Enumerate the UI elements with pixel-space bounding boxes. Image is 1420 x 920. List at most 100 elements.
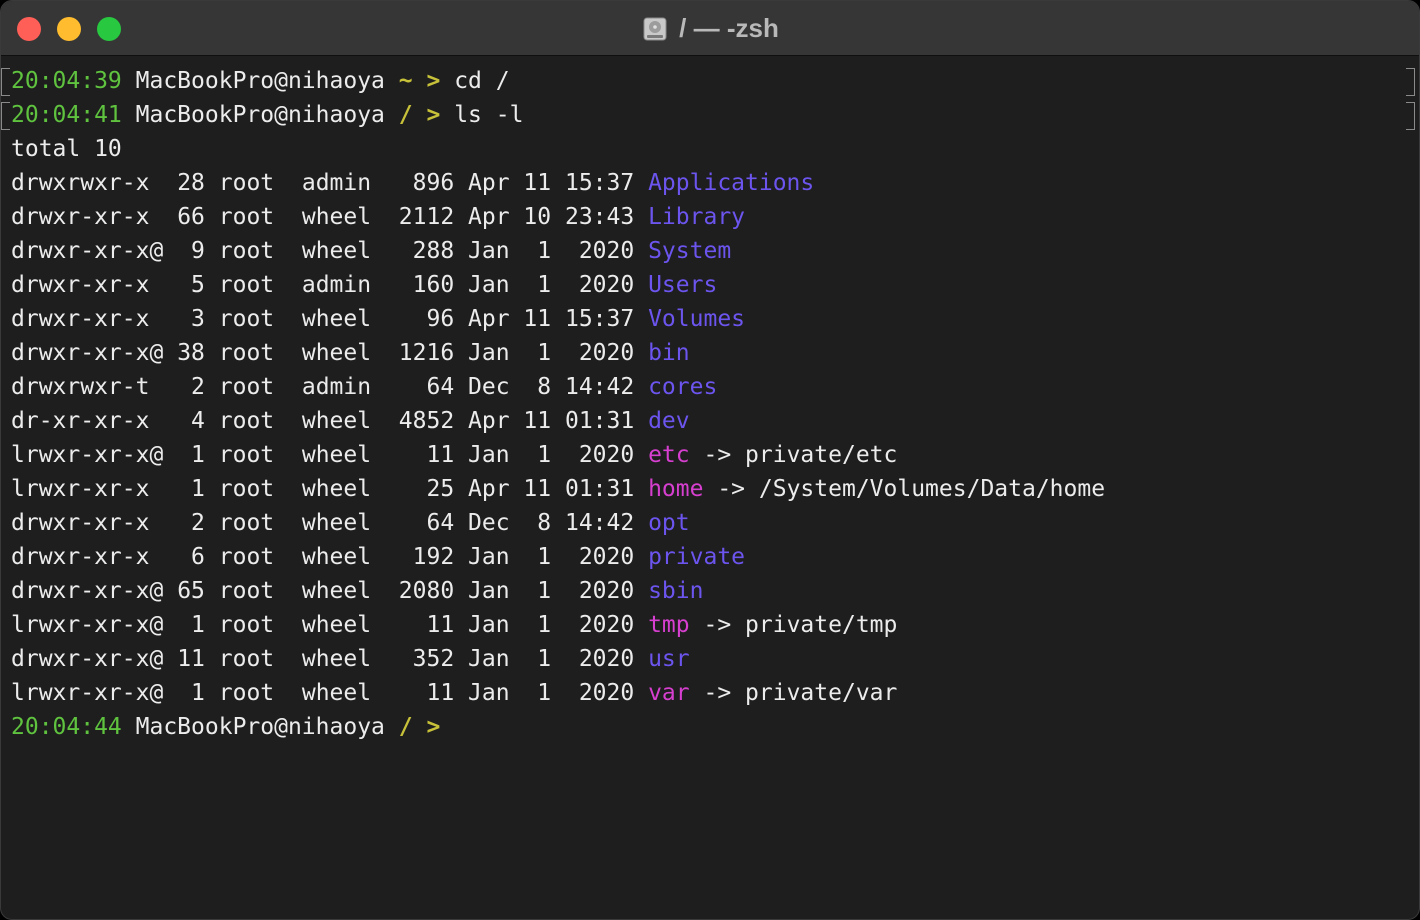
entry-date: Apr 11 01:31 — [468, 476, 635, 502]
entry-date: Jan 1 2020 — [468, 544, 635, 570]
entry-links: 38 — [177, 340, 205, 366]
entry-group: wheel — [301, 612, 372, 638]
prompt-line: 20:04:41 MacBookPro@nihaoya / > ls -l — [1, 98, 1415, 132]
list-item: drwxrwxr-x 28 root admin 896 Apr 11 15:3… — [11, 166, 1409, 200]
entry-perms: drwxr-xr-x@ — [11, 578, 164, 604]
entry-group: wheel — [301, 408, 372, 434]
entry-links: 1 — [177, 442, 205, 468]
entry-owner: root — [218, 272, 275, 298]
entry-links: 66 — [177, 204, 205, 230]
symlink-arrow: -> — [703, 442, 732, 468]
prompt-line: 20:04:39 MacBookPro@nihaoya ~ > cd / — [1, 64, 1415, 98]
entry-owner: root — [218, 442, 275, 468]
entry-perms: lrwxr-xr-x — [11, 476, 164, 502]
entry-name: System — [648, 238, 732, 264]
entry-links: 2 — [177, 510, 205, 536]
entry-date: Jan 1 2020 — [468, 272, 635, 298]
terminal-output[interactable]: 20:04:39 MacBookPro@nihaoya ~ > cd /20:0… — [1, 64, 1415, 744]
entry-perms: lrwxr-xr-x@ — [11, 612, 164, 638]
entry-owner: root — [218, 408, 275, 434]
list-item: lrwxr-xr-x@ 1 root wheel 11 Jan 1 2020 t… — [11, 608, 1409, 642]
mark-bracket-right — [1406, 68, 1415, 96]
entry-name: usr — [648, 646, 690, 672]
symlink-arrow: -> — [717, 476, 746, 502]
entry-links: 11 — [177, 646, 205, 672]
entry-size: 96 — [398, 306, 455, 332]
entry-links: 1 — [177, 680, 205, 706]
entry-date: Jan 1 2020 — [468, 340, 635, 366]
entry-group: wheel — [301, 476, 372, 502]
entry-size: 25 — [398, 476, 455, 502]
prompt-host: MacBookPro@nihaoya — [135, 102, 385, 128]
entry-links: 28 — [177, 170, 205, 196]
mark-bracket-left — [1, 68, 10, 96]
entry-name: Volumes — [648, 306, 746, 332]
entry-perms: drwxr-xr-x — [11, 204, 164, 230]
list-item: drwxr-xr-x 3 root wheel 96 Apr 11 15:37 … — [11, 302, 1409, 336]
entry-size: 288 — [398, 238, 455, 264]
entry-owner: root — [218, 306, 275, 332]
entry-link-target: private/tmp — [745, 612, 898, 638]
title-bar[interactable]: / — -zsh — [1, 1, 1419, 56]
list-item: drwxrwxr-t 2 root admin 64 Dec 8 14:42 c… — [11, 370, 1409, 404]
entry-links: 1 — [177, 612, 205, 638]
entry-links: 9 — [177, 238, 205, 264]
entry-links: 4 — [177, 408, 205, 434]
entry-group: admin — [301, 272, 372, 298]
prompt-time: 20:04:39 — [11, 68, 122, 94]
prompt-cwd: ~ — [398, 68, 413, 94]
terminal-window: / — -zsh 20:04:39 MacBookPro@nihaoya ~ >… — [0, 0, 1420, 920]
entry-name: tmp — [648, 612, 690, 638]
entry-date: Jan 1 2020 — [468, 646, 635, 672]
list-item: dr-xr-xr-x 4 root wheel 4852 Apr 11 01:3… — [11, 404, 1409, 438]
list-item: drwxr-xr-x@ 9 root wheel 288 Jan 1 2020 … — [11, 234, 1409, 268]
entry-date: Jan 1 2020 — [468, 612, 635, 638]
entry-group: wheel — [301, 646, 372, 672]
entry-size: 2080 — [398, 578, 455, 604]
entry-perms: drwxr-xr-x — [11, 306, 164, 332]
list-item: lrwxr-xr-x@ 1 root wheel 11 Jan 1 2020 e… — [11, 438, 1409, 472]
entry-name: var — [648, 680, 690, 706]
entry-date: Apr 11 01:31 — [468, 408, 635, 434]
entry-name: etc — [648, 442, 690, 468]
list-item: drwxr-xr-x@ 65 root wheel 2080 Jan 1 202… — [11, 574, 1409, 608]
entry-size: 64 — [398, 510, 455, 536]
entry-owner: root — [218, 476, 275, 502]
entry-size: 11 — [398, 442, 455, 468]
entry-name: sbin — [648, 578, 704, 604]
entry-date: Jan 1 2020 — [468, 680, 635, 706]
list-item: drwxr-xr-x@ 11 root wheel 352 Jan 1 2020… — [11, 642, 1409, 676]
entry-date: Apr 11 15:37 — [468, 306, 635, 332]
entry-date: Jan 1 2020 — [468, 578, 635, 604]
entry-size: 160 — [398, 272, 455, 298]
entry-link-target: private/var — [745, 680, 898, 706]
entry-perms: drwxr-xr-x — [11, 272, 164, 298]
prompt-arrow: > — [426, 102, 441, 128]
entry-group: wheel — [301, 340, 372, 366]
prompt-host: MacBookPro@nihaoya — [135, 714, 385, 740]
entry-perms: lrwxr-xr-x@ — [11, 680, 164, 706]
entry-size: 11 — [398, 680, 455, 706]
entry-name: bin — [648, 340, 690, 366]
entry-size: 352 — [398, 646, 455, 672]
entry-name: Library — [648, 204, 746, 230]
entry-links: 5 — [177, 272, 205, 298]
entry-size: 64 — [398, 374, 455, 400]
entry-group: wheel — [301, 238, 372, 264]
entry-perms: drwxr-xr-x@ — [11, 340, 164, 366]
symlink-arrow: -> — [703, 612, 732, 638]
entry-group: wheel — [301, 544, 372, 570]
entry-owner: root — [218, 578, 275, 604]
entry-group: wheel — [301, 442, 372, 468]
entry-perms: drwxr-xr-x — [11, 510, 164, 536]
entry-date: Jan 1 2020 — [468, 442, 635, 468]
entry-perms: drwxr-xr-x@ — [11, 646, 164, 672]
entry-group: wheel — [301, 680, 372, 706]
prompt-host: MacBookPro@nihaoya — [135, 68, 385, 94]
entry-date: Apr 11 15:37 — [468, 170, 635, 196]
entry-links: 65 — [177, 578, 205, 604]
entry-links: 3 — [177, 306, 205, 332]
entry-size: 896 — [398, 170, 455, 196]
prompt-cwd: / — [398, 102, 413, 128]
list-item: drwxr-xr-x 2 root wheel 64 Dec 8 14:42 o… — [11, 506, 1409, 540]
